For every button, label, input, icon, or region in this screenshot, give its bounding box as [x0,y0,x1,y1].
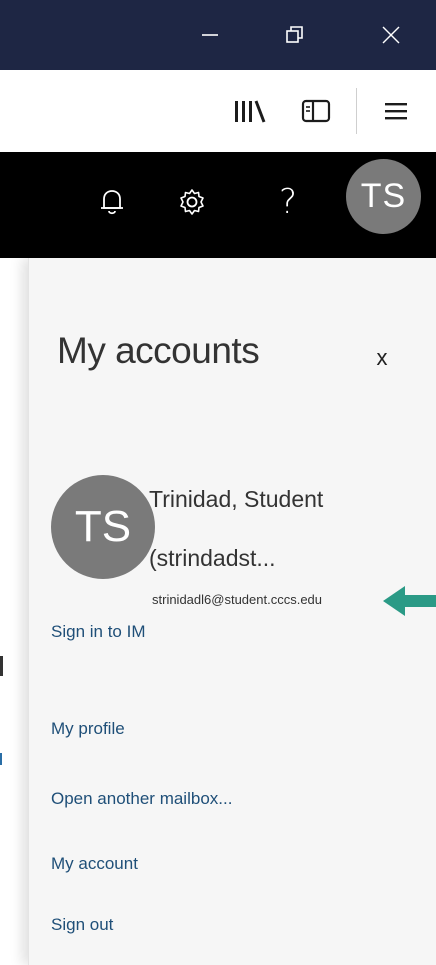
settings-button[interactable] [162,172,222,232]
gear-icon [180,189,204,215]
minimize-button[interactable] [165,0,255,70]
close-icon [382,26,400,44]
sidebar-icon [301,99,331,123]
bell-icon [101,190,123,215]
help-icon: ? [278,182,298,222]
account-avatar: TS [51,475,155,579]
account-name: Trinidad, Student [149,486,324,512]
open-another-mailbox-link[interactable]: Open another mailbox... [51,789,232,809]
close-window-button[interactable] [346,0,436,70]
header-avatar-button[interactable]: TS [346,159,421,234]
panel-close-button[interactable]: x [362,338,402,378]
pointer-arrow-icon [383,586,436,616]
account-email: strinidadl6@student.cccs.edu [152,592,323,607]
toolbar-divider [356,88,357,134]
help-button[interactable]: ? [258,172,318,232]
sign-out-link[interactable]: Sign out [51,915,113,935]
restore-button[interactable] [250,0,340,70]
notifications-button[interactable] [82,172,142,232]
hamburger-menu-icon [385,103,407,120]
browser-toolbar [0,70,436,153]
sign-in-to-im-link[interactable]: Sign in to IM [51,622,146,642]
panel-title: My accounts [57,330,260,371]
account-alias: (strindadst... [149,545,276,571]
window-titlebar [0,0,436,70]
my-profile-link[interactable]: My profile [51,719,125,739]
background-content-strip [0,258,28,965]
minimize-icon [202,34,218,36]
sidebar-toggle-button[interactable] [286,70,346,152]
background-fragment [0,656,3,676]
screen: ? TS My accounts x TS Trinidad, Student … [0,0,436,965]
background-fragment [0,753,2,765]
my-account-link[interactable]: My account [51,854,138,874]
library-button[interactable] [220,70,280,152]
my-accounts-panel: My accounts x TS Trinidad, Student (stri… [28,258,436,965]
library-icon [235,100,266,123]
hamburger-menu-button[interactable] [366,70,426,152]
restore-icon [286,26,303,43]
